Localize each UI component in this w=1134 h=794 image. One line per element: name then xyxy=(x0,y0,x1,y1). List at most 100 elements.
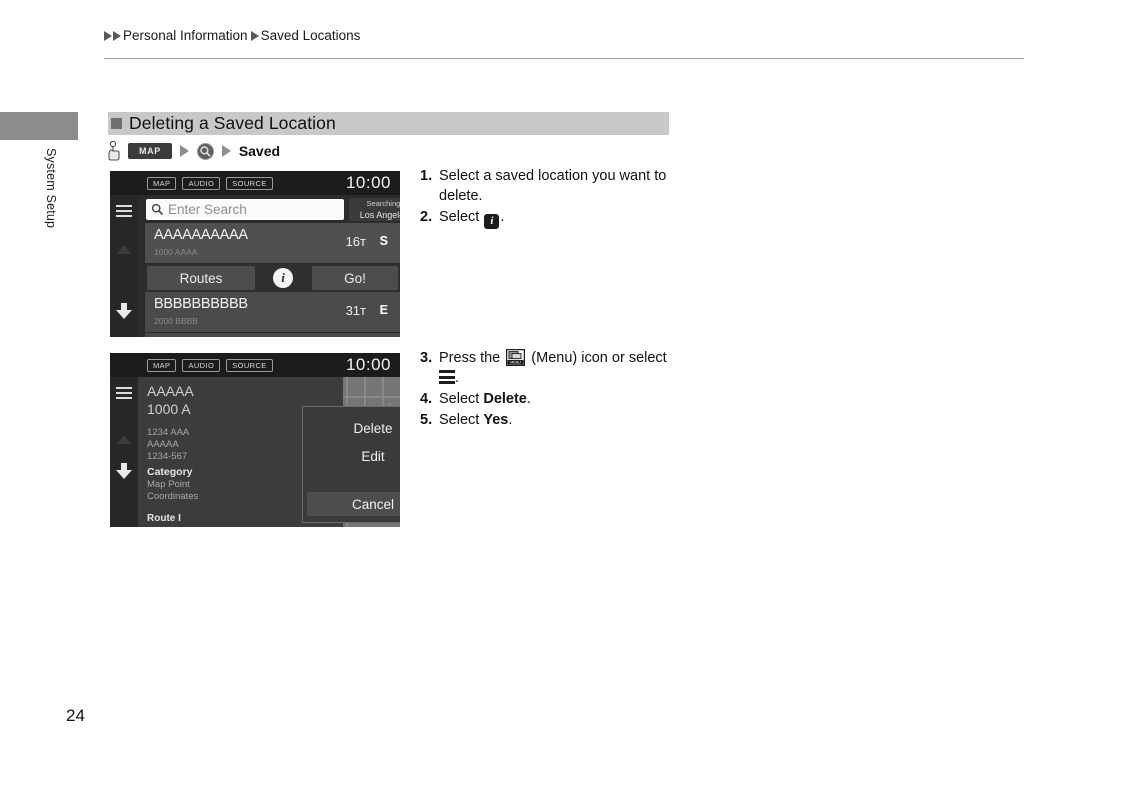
hamburger-icon xyxy=(439,370,455,384)
breadcrumb-level-2: Saved Locations xyxy=(260,28,361,43)
page-number: 24 xyxy=(66,706,85,725)
breadcrumb-arrow-icon xyxy=(104,30,112,41)
detail-title: AAAAA xyxy=(147,383,194,399)
scroll-up-arrow-icon[interactable] xyxy=(117,435,131,444)
list-item-direction: E xyxy=(379,303,388,317)
instruction-group-a: 1. Select a saved location you want to d… xyxy=(420,166,710,230)
instruction-step: 2. Select i. xyxy=(420,207,710,229)
list-item-address: 2000 BBBB xyxy=(154,316,198,326)
step-text: Select Delete. xyxy=(439,389,720,409)
instruction-step: 3. Press the MENU (Menu) icon or select … xyxy=(420,348,720,388)
step-text: Press the MENU (Menu) icon or select . xyxy=(439,348,720,388)
scroll-up-arrow-icon[interactable] xyxy=(117,245,131,254)
device1-map-button[interactable]: MAP xyxy=(147,176,177,190)
list-item[interactable]: BBBBBBBBBB 2000 BBBB 31ᴛ E xyxy=(145,292,400,333)
step-text: Select Yes. xyxy=(439,410,720,430)
path-destination: Saved xyxy=(238,143,281,159)
breadcrumb-arrow-icon xyxy=(113,30,121,41)
hand-press-icon xyxy=(108,141,120,161)
device2-map-button[interactable]: MAP xyxy=(147,358,177,372)
device2-audio-button[interactable]: AUDIO xyxy=(182,358,221,372)
instruction-step: 1. Select a saved location you want to d… xyxy=(420,166,710,206)
device1-left-rail xyxy=(110,195,138,337)
step-emphasis: Yes xyxy=(483,412,509,428)
step-text: Select a saved location you want to dele… xyxy=(439,168,667,204)
step-text-after: . xyxy=(508,412,513,428)
info-icon: i xyxy=(484,214,500,229)
step-number: 5. xyxy=(420,412,433,428)
dialog-delete-option[interactable]: Delete xyxy=(303,415,400,441)
detail-category-value: Map Point Coordinates xyxy=(147,479,199,502)
device2-clock: 10:00 xyxy=(345,355,391,374)
detail-address: 1234 AAA AAAAA 1234-567 xyxy=(147,427,190,462)
scroll-down-arrow-icon[interactable] xyxy=(116,463,132,479)
device2-source-button[interactable]: SOURCE xyxy=(226,358,273,372)
searching-near-box[interactable]: Searching near: Los Angeles, CA xyxy=(349,197,400,221)
step-number: 4. xyxy=(420,391,433,407)
searching-near-label: Searching near: xyxy=(366,198,400,208)
device2-topbar: MAP AUDIO SOURCE 10:00 xyxy=(110,353,400,377)
step-text-after: . xyxy=(526,391,531,407)
step-text-before: Select xyxy=(439,209,484,225)
step-number: 2. xyxy=(420,209,433,225)
breadcrumb-divider xyxy=(104,58,1024,59)
magnifier-icon[interactable] xyxy=(196,142,214,160)
list-item[interactable]: AAAAAAAAAA 1000 AAAA 16ᴛ S xyxy=(145,223,400,264)
device2-left-rail xyxy=(110,377,138,527)
list-item-name: AAAAAAAAAA xyxy=(154,227,248,243)
svg-text:MENU: MENU xyxy=(510,361,521,365)
step-text-before: Select xyxy=(439,412,484,428)
device1-topbar: MAP AUDIO SOURCE 10:00 xyxy=(110,171,400,195)
search-input[interactable]: Enter Search xyxy=(146,198,344,220)
go-button[interactable]: Go! xyxy=(312,266,398,290)
dialog-edit-option[interactable]: Edit xyxy=(303,443,400,469)
instruction-group-b: 3. Press the MENU (Menu) icon or select … xyxy=(420,348,720,431)
list-item-direction: S xyxy=(379,234,388,248)
step-text-after: . xyxy=(500,209,505,225)
search-icon xyxy=(151,203,164,215)
device-screenshot-delete-dialog: MAP AUDIO SOURCE 10:00 AAAAA 1000 A 1234… xyxy=(110,353,400,527)
list-item[interactable]: CCCCCCCCC 1346ᴛ E xyxy=(145,333,400,337)
device1-search-row: Enter Search Searching near: Los Angeles… xyxy=(138,195,400,223)
device1-source-button[interactable]: SOURCE xyxy=(226,176,273,190)
navigation-path: MAP Saved xyxy=(108,140,280,162)
path-arrow-icon xyxy=(221,145,231,157)
device1-clock: 10:00 xyxy=(345,173,391,192)
map-hardware-button[interactable]: MAP xyxy=(128,143,172,159)
dialog-cancel-button[interactable]: Cancel xyxy=(307,492,400,516)
step-number: 3. xyxy=(420,350,433,366)
step-text-before: Press the xyxy=(439,350,505,366)
page-title: Deleting a Saved Location xyxy=(129,113,336,133)
info-icon[interactable]: i xyxy=(273,268,293,288)
routes-button[interactable]: Routes xyxy=(147,266,255,290)
detail-category-label: Category xyxy=(147,466,193,478)
step-text-after: . xyxy=(455,370,460,386)
breadcrumb-level-1: Personal Information xyxy=(123,28,248,43)
hamburger-icon[interactable] xyxy=(116,205,132,220)
chapter-tab xyxy=(0,112,78,140)
square-bullet-icon xyxy=(111,118,122,129)
breadcrumb-arrow-icon xyxy=(250,30,259,41)
list-item-address: 1000 AAAA xyxy=(154,247,198,257)
list-item-actions: Routes i Go! xyxy=(145,264,400,292)
delete-edit-dialog: Delete Edit Cancel xyxy=(302,406,400,523)
chapter-label: System Setup xyxy=(44,148,58,229)
step-text-mid: (Menu) icon or select xyxy=(527,350,667,366)
detail-route-label: Route I xyxy=(147,513,181,524)
hamburger-icon[interactable] xyxy=(116,387,132,402)
path-arrow-icon xyxy=(179,145,189,157)
section-banner: Deleting a Saved Location xyxy=(108,112,669,135)
scroll-down-arrow-icon[interactable] xyxy=(116,303,132,319)
device1-audio-button[interactable]: AUDIO xyxy=(182,176,221,190)
instruction-step: 4. Select Delete. xyxy=(420,389,720,409)
device-screenshot-saved-list: MAP AUDIO SOURCE 10:00 Enter Search Sear… xyxy=(110,171,400,337)
step-text: Select i. xyxy=(439,207,710,229)
instruction-step: 5. Select Yes. xyxy=(420,410,720,430)
step-number: 1. xyxy=(420,168,433,184)
step-text-before: Select xyxy=(439,391,484,407)
step-emphasis: Delete xyxy=(483,391,527,407)
device1-result-list: AAAAAAAAAA 1000 AAAA 16ᴛ S Routes i Go! … xyxy=(138,223,400,337)
list-item-distance: 31ᴛ xyxy=(345,303,366,318)
detail-subtitle: 1000 A xyxy=(147,401,191,417)
detail-route-value: Time: 21 min xyxy=(147,526,202,527)
